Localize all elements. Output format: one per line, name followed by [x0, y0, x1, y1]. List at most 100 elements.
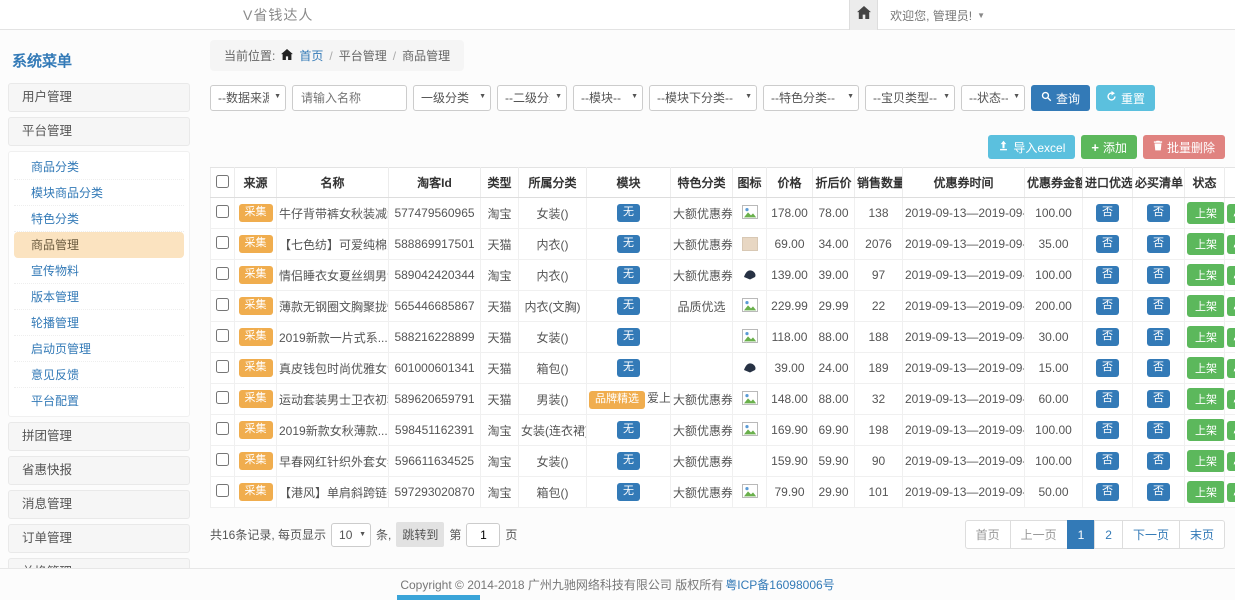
- batch-delete-button[interactable]: 批量删除: [1143, 135, 1225, 159]
- row-checkbox[interactable]: [216, 484, 229, 497]
- edit-button[interactable]: [1227, 483, 1235, 502]
- user-menu[interactable]: 欢迎您, 管理员! ▼: [890, 7, 985, 24]
- page-button-下一页[interactable]: 下一页: [1122, 520, 1180, 549]
- row-checkbox[interactable]: [216, 391, 229, 404]
- status-button[interactable]: 上架: [1187, 450, 1225, 472]
- jump-button[interactable]: 跳转到: [396, 522, 444, 547]
- must-buy-badge[interactable]: 否: [1147, 421, 1170, 439]
- import-select-badge[interactable]: 否: [1096, 421, 1119, 439]
- status-button[interactable]: 上架: [1187, 388, 1225, 410]
- status-button[interactable]: 上架: [1187, 419, 1225, 441]
- sidebar-group[interactable]: 省惠快报: [8, 456, 190, 485]
- jump-page-input[interactable]: [466, 523, 500, 547]
- import-select-badge[interactable]: 否: [1096, 235, 1119, 253]
- page-button-1[interactable]: 1: [1067, 520, 1096, 549]
- import-select-badge[interactable]: 否: [1096, 483, 1119, 501]
- must-buy-badge[interactable]: 否: [1147, 204, 1170, 222]
- sidebar-item[interactable]: 轮播管理: [14, 310, 184, 336]
- import-excel-button[interactable]: 导入excel: [988, 135, 1075, 159]
- edit-button[interactable]: [1227, 204, 1235, 223]
- must-buy-badge[interactable]: 否: [1147, 297, 1170, 315]
- coupon-amount: 35.00: [1025, 229, 1083, 260]
- import-select-badge[interactable]: 否: [1096, 297, 1119, 315]
- row-checkbox[interactable]: [216, 236, 229, 249]
- must-buy-badge[interactable]: 否: [1147, 328, 1170, 346]
- import-select-badge[interactable]: 否: [1096, 452, 1119, 470]
- page-button-上一页[interactable]: 上一页: [1010, 520, 1068, 549]
- icp-link[interactable]: 粤ICP备16098006号: [725, 576, 834, 593]
- must-buy-badge[interactable]: 否: [1147, 483, 1170, 501]
- must-buy-badge[interactable]: 否: [1147, 235, 1170, 253]
- search-button[interactable]: 查询: [1031, 85, 1090, 111]
- sidebar-item[interactable]: 版本管理: [14, 284, 184, 310]
- column-header: 进口优选: [1083, 168, 1133, 198]
- sidebar-item[interactable]: 宣传物料: [14, 258, 184, 284]
- discount-price: 88.00: [813, 322, 855, 353]
- import-select-badge[interactable]: 否: [1096, 328, 1119, 346]
- sales-count: 101: [855, 477, 903, 508]
- filter-item-type[interactable]: --宝贝类型--: [865, 85, 955, 111]
- sidebar-item[interactable]: 商品管理: [14, 232, 184, 258]
- edit-button[interactable]: [1227, 266, 1235, 285]
- filter-module[interactable]: --模块--: [573, 85, 643, 111]
- filter-data-source[interactable]: --数据来源--: [210, 85, 286, 111]
- page-button-首页[interactable]: 首页: [965, 520, 1011, 549]
- select-all-checkbox[interactable]: [216, 175, 229, 188]
- page-button-末页[interactable]: 末页: [1179, 520, 1225, 549]
- row-checkbox[interactable]: [216, 453, 229, 466]
- filter-name-input[interactable]: [292, 85, 407, 111]
- must-buy-badge[interactable]: 否: [1147, 452, 1170, 470]
- must-buy-badge[interactable]: 否: [1147, 359, 1170, 377]
- filter-feature-category[interactable]: --特色分类--: [763, 85, 859, 111]
- status-button[interactable]: 上架: [1187, 233, 1225, 255]
- sidebar-item[interactable]: 商品分类: [14, 154, 184, 180]
- status-button[interactable]: 上架: [1187, 357, 1225, 379]
- home-button[interactable]: [849, 0, 878, 30]
- import-select-badge[interactable]: 否: [1096, 390, 1119, 408]
- status-button[interactable]: 上架: [1187, 295, 1225, 317]
- filter-module-subcategory[interactable]: --模块下分类--: [649, 85, 757, 111]
- module-name: 爱上运动: [647, 391, 671, 405]
- import-select-badge[interactable]: 否: [1096, 266, 1119, 284]
- filter-status[interactable]: --状态--: [961, 85, 1025, 111]
- import-select-badge[interactable]: 否: [1096, 204, 1119, 222]
- row-checkbox[interactable]: [216, 422, 229, 435]
- sidebar-group[interactable]: 用户管理: [8, 83, 190, 112]
- page-button-2[interactable]: 2: [1094, 520, 1123, 549]
- sidebar-group[interactable]: 订单管理: [8, 524, 190, 553]
- edit-button[interactable]: [1227, 235, 1235, 254]
- sidebar-group[interactable]: 消息管理: [8, 490, 190, 519]
- sidebar-group[interactable]: 拼团管理: [8, 422, 190, 451]
- breadcrumb-home-link[interactable]: 首页: [299, 47, 323, 64]
- must-buy-badge[interactable]: 否: [1147, 266, 1170, 284]
- sidebar-item[interactable]: 平台配置: [14, 388, 184, 414]
- sidebar-item[interactable]: 意见反馈: [14, 362, 184, 388]
- status-button[interactable]: 上架: [1187, 326, 1225, 348]
- reset-button[interactable]: 重置: [1096, 85, 1155, 111]
- row-checkbox[interactable]: [216, 298, 229, 311]
- status-button[interactable]: 上架: [1187, 264, 1225, 286]
- must-buy-badge[interactable]: 否: [1147, 390, 1170, 408]
- row-checkbox[interactable]: [216, 329, 229, 342]
- add-button[interactable]: + 添加: [1081, 135, 1137, 159]
- filter-level2-category[interactable]: --二级分类--: [497, 85, 567, 111]
- edit-button[interactable]: [1227, 421, 1235, 440]
- row-checkbox[interactable]: [216, 360, 229, 373]
- sidebar-group[interactable]: 平台管理: [8, 117, 190, 146]
- price: 148.00: [767, 384, 813, 415]
- edit-button[interactable]: [1227, 297, 1235, 316]
- status-button[interactable]: 上架: [1187, 481, 1225, 503]
- row-checkbox[interactable]: [216, 267, 229, 280]
- edit-button[interactable]: [1227, 359, 1235, 378]
- filter-level1-category[interactable]: 一级分类: [413, 85, 491, 111]
- row-checkbox[interactable]: [216, 205, 229, 218]
- sidebar-item[interactable]: 启动页管理: [14, 336, 184, 362]
- sidebar-item[interactable]: 模块商品分类: [14, 180, 184, 206]
- import-select-badge[interactable]: 否: [1096, 359, 1119, 377]
- sidebar-item[interactable]: 特色分类: [14, 206, 184, 232]
- status-button[interactable]: 上架: [1187, 202, 1225, 224]
- edit-button[interactable]: [1227, 328, 1235, 347]
- edit-button[interactable]: [1227, 390, 1235, 409]
- per-page-select[interactable]: 10: [331, 523, 371, 547]
- edit-button[interactable]: [1227, 452, 1235, 471]
